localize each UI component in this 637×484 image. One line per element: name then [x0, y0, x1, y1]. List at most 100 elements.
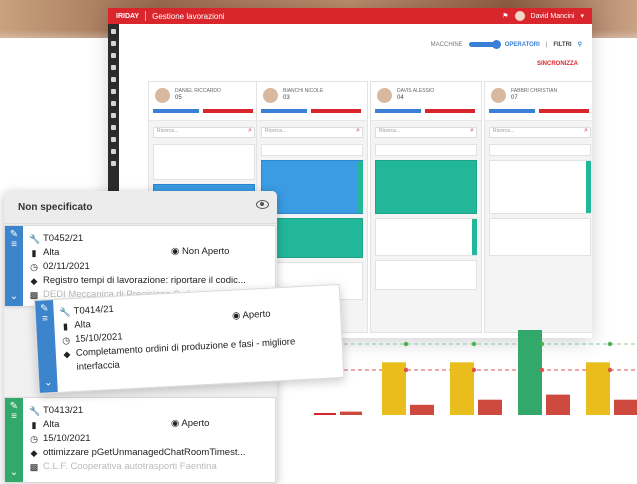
task-side-bar: ✎ ≡ ⌄ [5, 398, 23, 482]
tool-icon: 🔧 [29, 406, 41, 416]
user-avatar[interactable] [514, 11, 525, 21]
task-desc-row: ◆ ottimizzare pGetUnmanagedChatRoomTimest… [29, 446, 269, 460]
nav-tag-icon[interactable] [111, 113, 116, 118]
bell-icon[interactable]: ⚑ [502, 12, 508, 20]
card-status-strip [472, 219, 477, 255]
nav-search-icon[interactable] [111, 41, 116, 46]
operator-name: DANIEL RICCARDO [175, 88, 221, 94]
task-side-bar: ✎ ≡ ⌄ [35, 300, 58, 393]
nav-chart-icon[interactable] [111, 161, 116, 166]
nav-doc-icon[interactable] [111, 77, 116, 82]
task-code-row: 🔧 T0413/21 [29, 404, 269, 418]
details-icon[interactable]: ≡ [5, 240, 23, 250]
marker-point [607, 367, 613, 373]
assigned-bar [261, 109, 307, 113]
task-desc-row: ◆ Registro tempi di lavorazione: riportar… [29, 274, 269, 288]
filter-search-icon[interactable]: ⚲ [578, 41, 582, 48]
status-icon: ◉ [171, 418, 180, 429]
work-card[interactable] [375, 260, 477, 290]
marker-point [403, 341, 409, 347]
operator-column: DAVIS ALESSIO 04 Ricerca... [370, 81, 482, 333]
mode-toggle[interactable] [468, 40, 501, 49]
nav-user-icon[interactable] [111, 53, 116, 58]
details-icon[interactable]: ≡ [5, 412, 23, 422]
task-code: T0452/21 [43, 233, 84, 244]
panel-header: Non specificato [4, 191, 277, 224]
status-icon: ◉ [171, 246, 180, 257]
column-search-input[interactable]: Ricerca... [489, 127, 591, 138]
details-icon[interactable]: ≡ [36, 313, 54, 325]
bar [450, 362, 474, 415]
priority-icon: ▮ [62, 321, 69, 332]
task-priority: Alta [43, 419, 60, 430]
top-bar: IRIDAY Gestione lavorazioni ⚑ David Manc… [108, 8, 592, 24]
eye-icon[interactable] [256, 200, 269, 209]
operator-name: DAVIS ALESSIO [397, 88, 435, 94]
task-description: Registro tempi di lavorazione: riportare… [43, 275, 246, 286]
bar [314, 413, 336, 415]
expand-icon[interactable]: ⌄ [5, 292, 23, 302]
user-area: ⚑ David Mancini ▾ [502, 11, 584, 21]
tool-icon: 🔧 [59, 307, 72, 318]
column-header: DANIEL RICCARDO 05 [149, 82, 259, 121]
filters-button[interactable]: FILTRI [553, 42, 571, 48]
toolbar-divider: | [545, 41, 548, 48]
task-priority: Alta [43, 247, 60, 258]
column-search-input[interactable]: Ricerca... [153, 127, 255, 138]
marker-point [471, 341, 477, 347]
nav-cart-icon[interactable] [111, 101, 116, 106]
assigned-bar [489, 109, 535, 113]
operator-column: FABBRI CHRISTIAN 07 Ricerca... [484, 81, 592, 333]
brand-logo[interactable]: IRIDAY [116, 13, 139, 20]
nav-settings-icon[interactable] [111, 125, 116, 130]
nav-arrow-icon[interactable] [111, 29, 116, 34]
task-date-row: ◷ 15/10/2021 [29, 432, 269, 446]
column-search-input[interactable]: Ricerca... [261, 127, 363, 138]
work-card[interactable] [261, 144, 363, 156]
task-card[interactable]: ✎ ≡ ⌄ 🔧 T0413/21 ▮ Alta ◷ 15/10/2021 ◆ ottim… [4, 397, 276, 483]
column-header: FABBRI CHRISTIAN 07 [485, 82, 592, 121]
marker-point [403, 367, 409, 373]
task-code: T0413/21 [43, 405, 84, 416]
mode-operators[interactable]: OPERATORI [505, 42, 540, 48]
bar [586, 362, 610, 415]
work-card[interactable] [489, 160, 591, 214]
task-status: ◉ Aperto [171, 418, 209, 429]
unassigned-bar [425, 109, 475, 113]
nav-list-icon[interactable] [111, 137, 116, 142]
nav-folder-icon[interactable] [111, 89, 116, 94]
chevron-down-icon[interactable]: ▾ [580, 12, 584, 20]
mode-machines[interactable]: MACCHINE [431, 42, 463, 48]
sync-button[interactable]: SINCRONIZZA [537, 61, 578, 67]
column-header: BIANCHI NICOLE 03 [257, 82, 367, 121]
work-card[interactable] [375, 144, 477, 156]
operator-count: 05 [175, 95, 182, 101]
avatar [491, 88, 506, 103]
clock-icon: ◷ [30, 434, 38, 444]
task-date: 15/10/2021 [43, 433, 91, 444]
tag-icon: ◆ [63, 349, 71, 360]
work-card[interactable] [489, 218, 591, 256]
work-card[interactable] [375, 218, 477, 256]
expand-icon[interactable]: ⌄ [5, 468, 23, 478]
work-card[interactable] [153, 144, 255, 180]
bar [410, 404, 434, 415]
operator-count: 04 [397, 95, 404, 101]
bar [478, 399, 502, 415]
task-company: C.L.F. Cooperativa autotrasporti Faentin… [43, 461, 217, 472]
column-search-input[interactable]: Ricerca... [375, 127, 477, 138]
work-card[interactable] [375, 160, 477, 214]
bar [382, 362, 406, 415]
nav-calendar-icon[interactable] [111, 149, 116, 154]
work-card[interactable] [489, 144, 591, 156]
task-body: 🔧 T0413/21 ▮ Alta ◷ 15/10/2021 ◆ ottimizzare… [29, 404, 269, 474]
task-status: ◉ Aperto [232, 309, 271, 322]
task-card-dragging[interactable]: ✎ ≡ ⌄ 🔧 T0414/21 ▮ Alta ◷ 15/10/2021 ◆ Compl… [34, 283, 345, 394]
operator-name: BIANCHI NICOLE [283, 88, 324, 94]
marker-point [539, 367, 545, 373]
nav-bucket-icon[interactable] [111, 65, 116, 70]
bar-chart [314, 330, 637, 415]
expand-icon[interactable]: ⌄ [39, 377, 57, 389]
user-name[interactable]: David Mancini [531, 13, 575, 20]
marker-point [539, 341, 545, 347]
